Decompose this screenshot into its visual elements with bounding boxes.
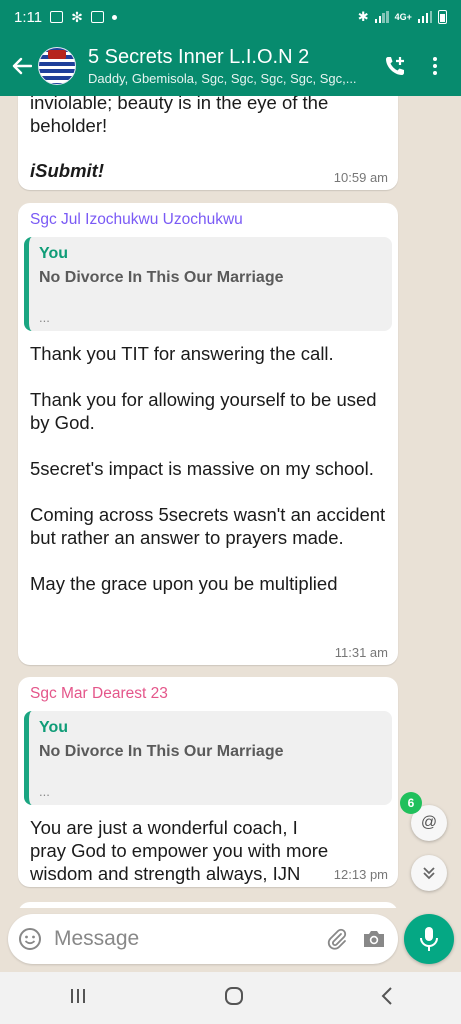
bluetooth-icon: ✱ xyxy=(357,9,369,24)
chat-participants: Daddy, Gbemisola, Sgc, Sgc, Sgc, Sgc, Sg… xyxy=(88,70,357,86)
chat-title-area[interactable]: 5 Secrets Inner L.I.O.N 2 Daddy, Gbemiso… xyxy=(88,46,375,87)
message-composer xyxy=(8,914,398,964)
more-options-icon xyxy=(433,57,437,75)
more-notifications-icon xyxy=(111,14,117,20)
more-options-button[interactable] xyxy=(415,46,455,86)
app-notification-icon xyxy=(90,11,104,23)
signal-2-icon xyxy=(417,11,432,23)
message-sender[interactable]: Sgc Jul Izochukwu Uzochukwu xyxy=(18,203,398,229)
message-text: inviolable; beauty is in the eye of the … xyxy=(30,96,329,136)
emoji-button[interactable] xyxy=(18,926,42,952)
message-time: 11:31 am xyxy=(334,645,388,660)
status-bar: 1:11 ✻ ✱ 4G+ xyxy=(0,0,461,34)
message-bubble[interactable]: Sgc Jul Izochukwu Uzochukwu You No Divor… xyxy=(18,203,398,665)
status-left: 1:11 ✻ xyxy=(14,9,117,26)
camera-button[interactable] xyxy=(362,924,387,954)
status-time: 1:11 xyxy=(14,8,43,26)
back-button[interactable] xyxy=(6,46,38,86)
status-right: ✱ 4G+ xyxy=(358,9,447,25)
recent-apps-button[interactable] xyxy=(68,987,88,1010)
add-call-icon xyxy=(386,57,404,75)
app-bar: 5 Secrets Inner L.I.O.N 2 Daddy, Gbemiso… xyxy=(0,36,461,96)
message-sender[interactable]: Sgc Mar Dearest 23 xyxy=(18,677,398,703)
message-bubble[interactable] xyxy=(18,902,398,908)
scroll-down-button[interactable] xyxy=(411,855,447,891)
quote-ellipsis: ... xyxy=(39,784,50,799)
back-arrow-icon xyxy=(12,57,32,75)
system-navigation-bar xyxy=(0,972,461,1024)
quoted-message[interactable]: You No Divorce In This Our Marriage ... xyxy=(24,237,392,331)
network-type: 4G+ xyxy=(394,12,412,22)
message-input[interactable] xyxy=(54,927,325,951)
quote-ellipsis: ... xyxy=(39,310,50,325)
quote-text: No Divorce In This Our Marriage xyxy=(39,743,284,760)
attach-button[interactable] xyxy=(325,924,350,954)
signal-1-icon xyxy=(374,11,389,23)
scroll-down-icon xyxy=(423,867,435,880)
add-call-button[interactable] xyxy=(375,46,415,86)
group-avatar[interactable] xyxy=(38,47,76,85)
recent-apps-icon xyxy=(70,988,85,1003)
back-chevron-icon xyxy=(381,986,392,1005)
unread-mentions-badge: 6 xyxy=(400,792,422,814)
back-nav-button[interactable] xyxy=(380,986,394,1011)
quote-author: You xyxy=(39,245,69,262)
message-bubble[interactable]: inviolable; beauty is in the eye of the … xyxy=(18,96,398,190)
mic-icon xyxy=(420,927,438,951)
message-bubble[interactable]: Sgc Mar Dearest 23 You No Divorce In Thi… xyxy=(18,677,398,887)
pinwheel-notification-icon: ✻ xyxy=(71,8,83,25)
chat-title: 5 Secrets Inner L.I.O.N 2 xyxy=(88,45,310,68)
home-button[interactable] xyxy=(223,985,245,1012)
top-header: 1:11 ✻ ✱ 4G+ 5 Secrets Inner L.I.O.N 2 D… xyxy=(0,0,461,96)
battery-icon xyxy=(438,10,447,24)
camera-icon xyxy=(363,931,384,947)
chat-area[interactable]: inviolable; beauty is in the eye of the … xyxy=(0,96,461,908)
mention-icon: @ xyxy=(420,814,438,831)
quote-author: You xyxy=(39,719,69,736)
message-text: Thank you TIT for answering the call. Th… xyxy=(30,343,386,594)
home-icon xyxy=(224,986,243,1005)
quoted-message[interactable]: You No Divorce In This Our Marriage ... xyxy=(24,711,392,805)
message-time: 12:13 pm xyxy=(333,867,388,882)
emoji-icon xyxy=(19,928,41,950)
message-time: 10:59 am xyxy=(333,170,388,185)
quote-text: No Divorce In This Our Marriage xyxy=(39,269,284,286)
voice-message-button[interactable] xyxy=(404,914,454,964)
gallery-notification-icon xyxy=(50,11,64,23)
attach-icon xyxy=(328,928,347,950)
